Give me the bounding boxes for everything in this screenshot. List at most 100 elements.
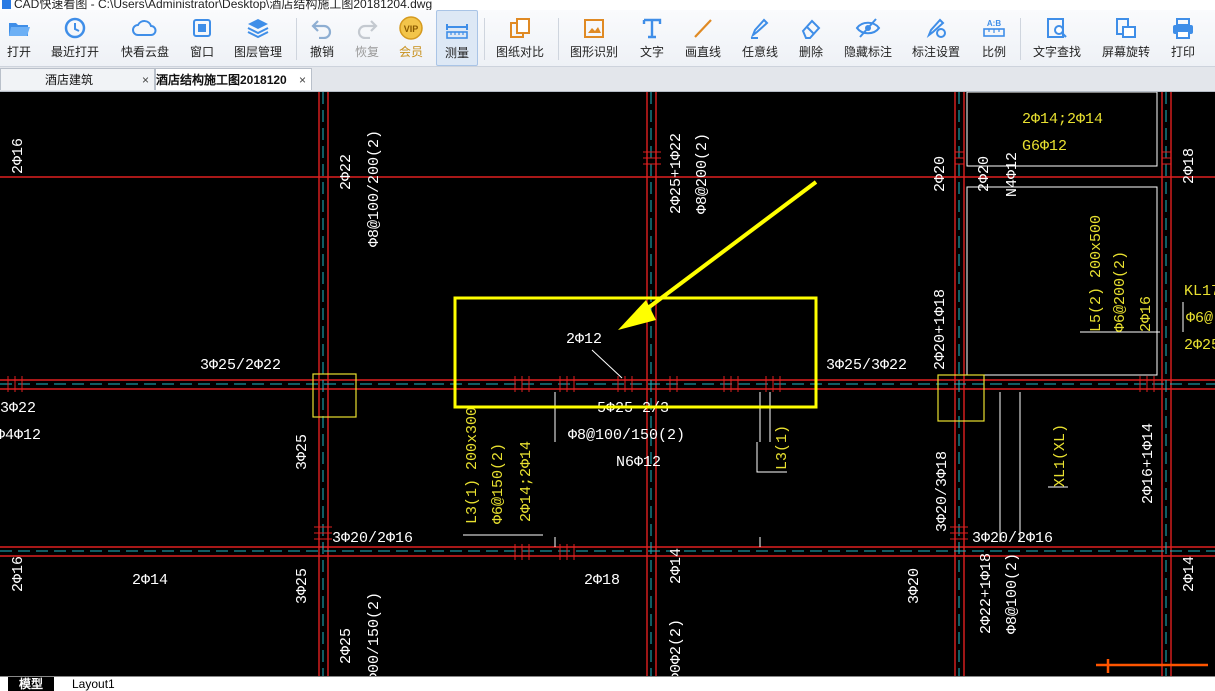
- toolbar-separator: [484, 18, 485, 60]
- window-titlebar: CAD快速看图 - C:\Users\Administrator\Desktop…: [0, 0, 1215, 10]
- rebar-label: 3Φ22: [0, 400, 36, 417]
- vip-icon: VIP: [397, 16, 425, 40]
- rebar-label: 2Φ22+1Φ18: [978, 553, 995, 634]
- rebar-label: 3Φ25: [294, 568, 311, 604]
- print-button-label: 打印: [1170, 45, 1195, 59]
- rebar-label: 2Φ18: [584, 572, 620, 589]
- layout-tab-bar: 模型 Layout1: [0, 676, 1215, 691]
- screen-rotate-icon: [1112, 16, 1140, 40]
- annotation-settings-button-label: 标注设置: [911, 45, 960, 59]
- hide-annotations-button[interactable]: 隐藏标注: [840, 10, 896, 66]
- rebar-label: 2Φ22: [338, 154, 355, 190]
- rebar-label: 3Φ20/2Φ16: [332, 530, 413, 547]
- rebar-label: 2Φ14: [668, 548, 685, 584]
- redo-icon: [353, 16, 381, 40]
- rebar-label: 2Φ25: [338, 628, 355, 664]
- layer-manager-button[interactable]: 图层管理: [230, 10, 286, 66]
- freehand-line-button-label: 任意线: [741, 45, 778, 59]
- open-button-label: 打开: [6, 45, 31, 59]
- rebar-label: Φ8@200(2): [694, 133, 711, 214]
- print-button[interactable]: 打印: [1166, 10, 1200, 66]
- draw-line-button-label: 画直线: [684, 45, 721, 59]
- text-button-label: 文字: [639, 45, 664, 59]
- rebar-label: 2Φ25+1Φ22: [668, 133, 685, 214]
- redo-button[interactable]: 恢复: [350, 10, 384, 66]
- hide-annotations-button-label: 隐藏标注: [843, 45, 892, 59]
- close-icon[interactable]: ×: [296, 69, 306, 90]
- redo-button-label: 恢复: [354, 45, 379, 59]
- vip-button-label: 会员: [398, 45, 423, 59]
- cloud-icon: [131, 16, 159, 40]
- rebar-label: Φ8@100/150(2): [568, 427, 685, 444]
- ucs-marker: [1096, 659, 1208, 673]
- close-icon[interactable]: ×: [142, 69, 149, 90]
- rebar-label: Φ6@200(2): [1112, 251, 1129, 332]
- annotation-settings-button[interactable]: 标注设置: [908, 10, 964, 66]
- scale-icon: A:B: [980, 16, 1008, 40]
- tab-layout1[interactable]: Layout1: [66, 677, 115, 691]
- rebar-label: Φ0Φ2(2): [668, 619, 685, 676]
- highlight-annotation: [453, 180, 818, 409]
- text-button[interactable]: 文字: [635, 10, 669, 66]
- annotation-settings-icon: [922, 16, 950, 40]
- rebar-label: Φ6@150(2): [490, 443, 507, 524]
- rebar-label: 3Φ25: [294, 434, 311, 470]
- rebar-label: 3Φ25/3Φ22: [826, 357, 907, 374]
- freehand-line-button[interactable]: 任意线: [738, 10, 782, 66]
- window-title: CAD快速看图 - C:\Users\Administrator\Desktop…: [14, 0, 433, 10]
- drawing-canvas[interactable]: 2Φ16 2Φ22 Φ8@100/200(2) 2Φ25+1Φ22 Φ8@200…: [0, 92, 1215, 676]
- cloud-drive-button-label: 快看云盘: [120, 45, 169, 59]
- rebar-label: 2Φ14;2Φ14: [1022, 111, 1103, 128]
- rebar-label: 2Φ25: [1184, 337, 1215, 354]
- document-tab-bar: 酒店建筑 × 酒店结构施工图2018120 ×: [0, 67, 1215, 92]
- tab-label: 酒店结构施工图2018120: [156, 73, 287, 87]
- rebar-label: 2Φ20: [976, 156, 993, 192]
- rebar-label: G6Φ12: [1022, 138, 1067, 155]
- text-icon: [638, 16, 666, 40]
- compare-icon: [506, 16, 534, 40]
- rebar-label: 2Φ14: [1181, 556, 1198, 592]
- tab-hotel-architecture[interactable]: 酒店建筑 ×: [0, 68, 155, 90]
- svg-text:VIP: VIP: [404, 24, 419, 34]
- rebar-label: 2Φ16: [10, 556, 27, 592]
- shape-recognition-button[interactable]: 图形识别: [566, 10, 622, 66]
- toolbar-separator: [296, 18, 297, 60]
- compare-drawings-button-label: 图纸对比: [495, 45, 544, 59]
- tab-label: 酒店建筑: [45, 73, 94, 87]
- measure-button[interactable]: 测量: [436, 10, 478, 66]
- vip-button[interactable]: VIP 会员: [394, 10, 428, 66]
- window-button[interactable]: 窗口: [185, 10, 219, 66]
- toolbar-separator: [1020, 18, 1021, 60]
- rebar-label: 2Φ12: [566, 331, 602, 348]
- rebar-label: N6Φ12: [616, 454, 661, 471]
- rebar-label: 2Φ20: [932, 156, 949, 192]
- svg-text:A:B: A:B: [987, 19, 1001, 28]
- rebar-label: L3(1): [774, 425, 791, 470]
- rebar-label: 2Φ16+1Φ14: [1140, 423, 1157, 504]
- rebar-label: Φ8@100/200(2): [366, 130, 383, 247]
- undo-button[interactable]: 撤销: [305, 10, 339, 66]
- rebar-label: KL17: [1184, 283, 1215, 300]
- eye-hidden-icon: [854, 16, 882, 40]
- rebar-label: N4Φ12: [1004, 152, 1021, 197]
- draw-line-button[interactable]: 画直线: [681, 10, 725, 66]
- layer-manager-button-label: 图层管理: [233, 45, 282, 59]
- text-search-button[interactable]: 文字查找: [1028, 10, 1086, 66]
- delete-button-label: 删除: [798, 45, 823, 59]
- tab-model[interactable]: 模型: [8, 677, 54, 691]
- delete-button[interactable]: 删除: [794, 10, 828, 66]
- recent-open-button[interactable]: 最近打开: [46, 10, 104, 66]
- cloud-drive-button[interactable]: 快看云盘: [116, 10, 174, 66]
- window-button-label: 窗口: [189, 45, 214, 59]
- rebar-label: XL1(XL): [1052, 424, 1069, 487]
- screen-rotate-button[interactable]: 屏幕旋转: [1098, 10, 1154, 66]
- freehand-pen-icon: [746, 16, 774, 40]
- compare-drawings-button[interactable]: 图纸对比: [492, 10, 548, 66]
- open-button[interactable]: 打开: [2, 10, 36, 66]
- eraser-icon: [797, 16, 825, 40]
- rebar-label: Φ4Φ12: [0, 427, 41, 444]
- rebar-label: 3Φ25/2Φ22: [200, 357, 281, 374]
- tab-hotel-structure-drawing[interactable]: 酒店结构施工图2018120 ×: [155, 68, 312, 90]
- rebar-label: 2Φ16: [10, 138, 27, 174]
- scale-button[interactable]: A:B 比例: [977, 10, 1011, 66]
